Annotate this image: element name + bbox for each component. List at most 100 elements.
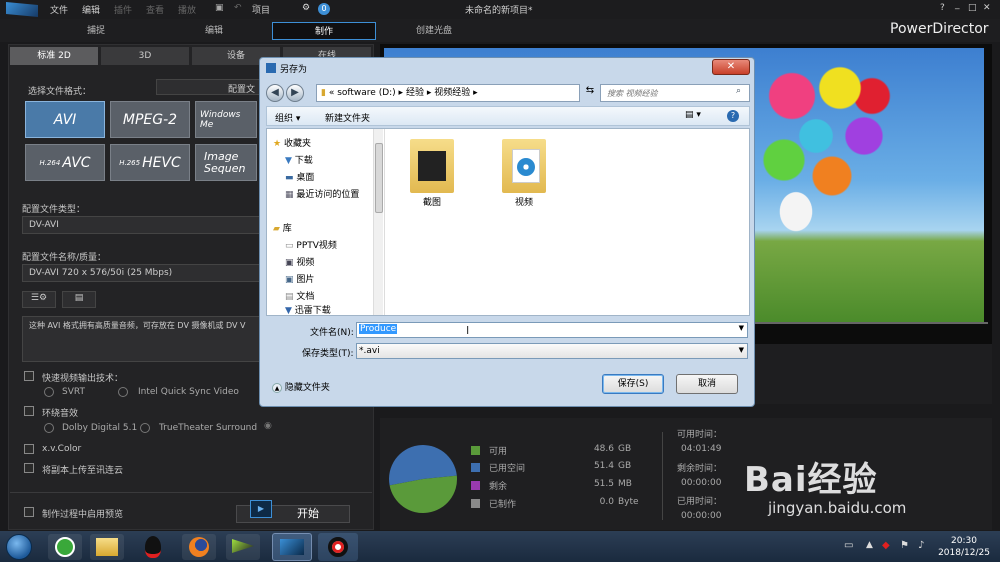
- nav-desktop[interactable]: ▬ 桌面: [285, 171, 314, 186]
- dropdown-arrow-icon[interactable]: ▼: [739, 324, 744, 332]
- legend-label: 已用空间: [489, 464, 526, 474]
- fast-render-checkbox[interactable]: [24, 371, 34, 381]
- search-input[interactable]: [600, 84, 750, 102]
- path-segment-video[interactable]: 视频经验: [434, 88, 470, 98]
- taskbar-explorer-icon[interactable]: [90, 534, 124, 560]
- tab-edit[interactable]: 编辑: [178, 22, 250, 40]
- format-avi-label: AVI: [53, 111, 77, 128]
- view-options-icon[interactable]: ▤ ▾: [685, 110, 701, 120]
- menu-edit[interactable]: 编辑: [82, 3, 100, 16]
- redo-icon[interactable]: ↷: [252, 3, 260, 13]
- nav-recent[interactable]: ▦ 最近访问的位置: [285, 188, 359, 203]
- format-image-sequence-button[interactable]: Image Sequen: [195, 144, 257, 181]
- close-button[interactable]: ✕: [983, 3, 991, 13]
- help-button[interactable]: ?: [940, 3, 945, 13]
- tab-produce[interactable]: 制作: [272, 22, 376, 40]
- settings-gear-icon[interactable]: ⚙: [302, 3, 310, 13]
- tab-capture[interactable]: 捕捉: [60, 22, 132, 40]
- nav-documents[interactable]: ▤ 文档: [285, 290, 314, 305]
- profile-info-button[interactable]: ▤: [62, 291, 96, 308]
- nav-xunlei[interactable]: ▼ 迅雷下载: [285, 305, 331, 315]
- file-name: 截图: [422, 198, 441, 208]
- help-icon[interactable]: ?: [727, 110, 739, 122]
- nav-favorites[interactable]: ★ 收藏夹: [273, 137, 311, 152]
- profile-type-select[interactable]: DV-AVI: [22, 216, 260, 234]
- profile-settings-button[interactable]: ☰⚙: [22, 291, 56, 308]
- tray-flag-icon[interactable]: ⚑: [900, 540, 909, 551]
- upload-checkbox[interactable]: [24, 463, 34, 473]
- format-hevc-button[interactable]: H.265 HEVC: [110, 144, 190, 181]
- notification-icon[interactable]: 0: [318, 3, 330, 15]
- nav-scrollbar[interactable]: [373, 129, 383, 315]
- file-item[interactable]: 视频: [489, 139, 559, 208]
- filetype-select[interactable]: *.avi ▼: [356, 343, 748, 359]
- tray-volume-icon[interactable]: ♪: [918, 540, 924, 551]
- truetheater-radio[interactable]: [140, 423, 150, 433]
- format-avc-button[interactable]: H.264 AVC: [25, 144, 105, 181]
- preview-during-checkbox[interactable]: [24, 507, 34, 517]
- taskbar-qq-icon[interactable]: [136, 534, 170, 560]
- maximize-button[interactable]: □: [968, 3, 977, 13]
- taskbar-powerdirector-icon[interactable]: [272, 533, 312, 561]
- path-segment-jingyan[interactable]: 经验: [406, 88, 424, 98]
- taskbar-recorder-icon[interactable]: [318, 533, 358, 561]
- format-wmv-label: Windows Me: [200, 109, 241, 130]
- tab-standard-2d[interactable]: 标准 2D: [10, 47, 98, 65]
- legend-label: 已制作: [489, 500, 517, 510]
- menu-playback[interactable]: 播放: [178, 3, 196, 16]
- xvcolor-checkbox[interactable]: [24, 444, 34, 454]
- filename-input[interactable]: Produce ▼: [356, 322, 748, 338]
- tray-antivirus-icon[interactable]: ◆: [882, 540, 890, 551]
- refresh-icon[interactable]: ⇆: [582, 85, 598, 101]
- tray-clock[interactable]: 20:30 2018/12/25: [936, 535, 992, 559]
- hide-folders-toggle[interactable]: ▲ 隐藏文件夹: [272, 380, 330, 393]
- nav-downloads[interactable]: ▼ 下载: [285, 154, 313, 169]
- format-avi-button[interactable]: AVI: [25, 101, 105, 138]
- svrt-radio[interactable]: [44, 387, 54, 397]
- file-item[interactable]: 截图: [397, 139, 467, 208]
- format-mpeg2-button[interactable]: MPEG-2: [110, 101, 190, 138]
- organize-button[interactable]: 组织 ▾: [275, 111, 300, 124]
- menu-view[interactable]: 查看: [146, 3, 164, 16]
- time-value: 00:00:00: [681, 511, 722, 521]
- menu-file[interactable]: 文件: [50, 3, 68, 16]
- choose-format-label: 选择文件格式：: [28, 87, 92, 97]
- new-folder-button[interactable]: 新建文件夹: [325, 111, 370, 124]
- save-icon[interactable]: ▣: [215, 3, 224, 13]
- taskbar-app-icon[interactable]: [226, 534, 260, 560]
- nav-pptv[interactable]: ▭ PPTV视频: [285, 239, 337, 254]
- profile-name-value: DV-AVI 720 x 576/50i (25 Mbps): [29, 268, 173, 278]
- nav-scroll-thumb[interactable]: [375, 143, 383, 213]
- forward-button[interactable]: ▶: [286, 84, 304, 102]
- tray-expand-icon[interactable]: ▲: [866, 540, 873, 550]
- tab-create-disc[interactable]: 创建光盘: [398, 22, 470, 40]
- path-segment-drive[interactable]: software (D:): [337, 88, 396, 98]
- time-label: 可用时间：: [677, 430, 723, 440]
- nav-pictures[interactable]: ▣ 图片: [285, 273, 314, 288]
- nav-library[interactable]: ▰ 库: [273, 222, 292, 237]
- dialog-close-button[interactable]: ✕: [712, 59, 750, 75]
- folder-icon: ▮: [321, 88, 326, 98]
- cancel-button[interactable]: 取消: [676, 374, 738, 394]
- address-bar[interactable]: ▮ « software (D:) ▸ 经验 ▸ 视频经验 ▸: [316, 84, 580, 102]
- legend-value: 51.5: [593, 479, 614, 489]
- taskbar-app-360-icon[interactable]: [48, 534, 82, 560]
- nav-videos[interactable]: ▣ 视频: [285, 256, 314, 271]
- minimize-button[interactable]: _: [955, 0, 960, 10]
- tab-3d[interactable]: 3D: [101, 47, 189, 65]
- undo-icon[interactable]: ↶: [234, 3, 242, 13]
- tray-keyboard-icon[interactable]: ▭: [844, 540, 853, 551]
- save-button[interactable]: 保存(S): [602, 374, 664, 394]
- dropdown-arrow-icon[interactable]: ▼: [739, 346, 744, 354]
- profile-name-select[interactable]: DV-AVI 720 x 576/50i (25 Mbps): [22, 264, 260, 282]
- start-orb-icon[interactable]: [6, 534, 32, 560]
- format-wmv-button[interactable]: Windows Me: [195, 101, 257, 138]
- eye-settings-icon[interactable]: ◉: [264, 421, 272, 431]
- intel-quicksync-radio[interactable]: [118, 387, 128, 397]
- surround-checkbox[interactable]: [24, 406, 34, 416]
- back-button[interactable]: ◀: [266, 84, 284, 102]
- config-button[interactable]: 配置文: [156, 79, 260, 95]
- taskbar-firefox-icon[interactable]: [182, 534, 216, 560]
- dolby-radio[interactable]: [44, 423, 54, 433]
- menu-plugins[interactable]: 插件: [114, 3, 132, 16]
